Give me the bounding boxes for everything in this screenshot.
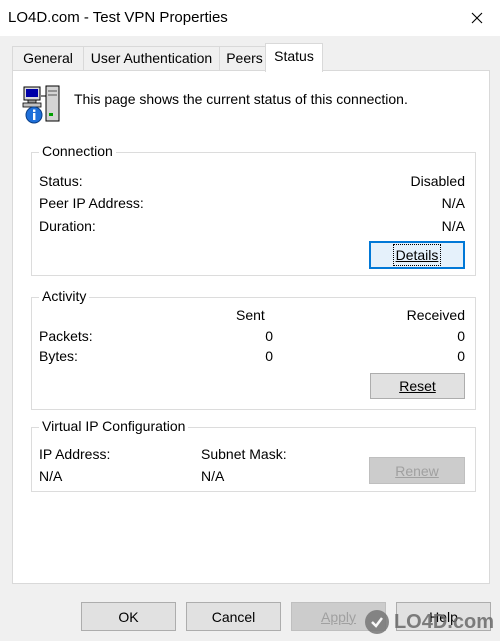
details-button-label: Details — [392, 244, 442, 266]
tab-general[interactable]: General — [12, 46, 84, 71]
peer-ip-label: Peer IP Address: — [39, 195, 144, 211]
activity-group: Activity Sent Received Packets: 0 0 Byte… — [31, 288, 476, 410]
bytes-received-value: 0 — [457, 348, 465, 364]
subnet-mask-value: N/A — [201, 468, 225, 484]
cancel-button-label: Cancel — [211, 608, 256, 625]
tab-user-authentication-label: User Authentication — [90, 50, 213, 66]
renew-button-label: Renew — [395, 462, 439, 479]
tab-general-label: General — [23, 50, 73, 66]
vpn-computer-icon — [21, 83, 63, 128]
ip-address-value: N/A — [39, 468, 63, 484]
packets-sent-value: 0 — [265, 328, 273, 344]
virtual-ip-group: Virtual IP Configuration IP Address: Sub… — [31, 418, 476, 492]
watermark-text: LO4D.com — [393, 610, 494, 633]
apply-button-label: Apply — [320, 608, 357, 625]
bytes-label: Bytes: — [39, 348, 78, 364]
connection-group-title: Connection — [39, 143, 116, 159]
tab-peers-label: Peers — [226, 50, 263, 66]
ip-address-label: IP Address: — [39, 446, 111, 462]
lo4d-logo-icon — [364, 610, 389, 634]
duration-value: N/A — [441, 218, 465, 234]
virtual-ip-group-title: Virtual IP Configuration — [39, 418, 189, 434]
sent-header: Sent — [236, 307, 265, 323]
tab-user-authentication[interactable]: User Authentication — [83, 46, 220, 71]
close-button[interactable] — [454, 0, 500, 36]
received-header: Received — [406, 307, 465, 323]
header-description: This page shows the current status of th… — [74, 91, 408, 107]
bytes-sent-value: 0 — [265, 348, 273, 364]
packets-received-value: 0 — [457, 328, 465, 344]
status-label: Status: — [39, 173, 83, 189]
status-panel: This page shows the current status of th… — [12, 70, 490, 584]
status-value: Disabled — [410, 173, 465, 189]
tab-strip: General User Authentication Peers Status — [12, 43, 492, 72]
peer-ip-value: N/A — [441, 195, 465, 211]
close-icon — [471, 12, 483, 24]
subnet-mask-label: Subnet Mask: — [201, 446, 287, 462]
title-bar: LO4D.com - Test VPN Properties — [0, 0, 500, 36]
tab-status[interactable]: Status — [265, 43, 323, 72]
ok-button[interactable]: OK — [81, 602, 176, 631]
reset-button[interactable]: Reset — [370, 373, 465, 399]
packets-label: Packets: — [39, 328, 93, 344]
activity-group-title: Activity — [39, 288, 90, 304]
duration-label: Duration: — [39, 218, 96, 234]
tab-peers[interactable]: Peers — [219, 46, 270, 71]
cancel-button[interactable]: Cancel — [186, 602, 281, 631]
renew-button[interactable]: Renew — [369, 457, 465, 484]
details-button[interactable]: Details — [369, 241, 465, 269]
ok-button-label: OK — [118, 608, 139, 625]
reset-button-label: Reset — [399, 378, 436, 394]
tab-status-label: Status — [274, 48, 314, 64]
connection-group: Connection Status: Disabled Peer IP Addr… — [31, 143, 476, 276]
window-title: LO4D.com - Test VPN Properties — [8, 9, 228, 26]
watermark: LO4D.com — [364, 609, 494, 635]
